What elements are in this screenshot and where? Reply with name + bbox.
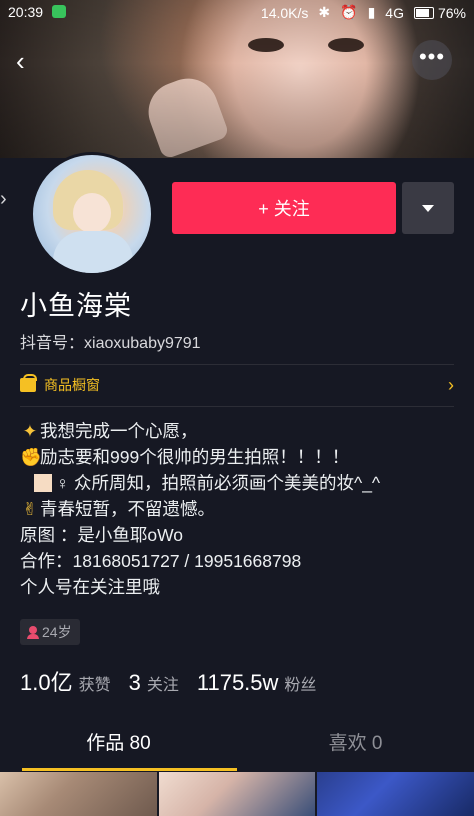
bio-line: 原图 ：是小鱼耶oWo [20,525,184,545]
age-text: 24岁 [42,624,72,640]
bio-line: 合作：18168051727 / 19951668798 [20,551,302,571]
battery-percent: 76% [437,4,466,21]
avatar[interactable] [30,152,154,276]
shop-label: 商品橱窗 [44,377,100,393]
divider-bottom [20,406,454,407]
divider-top [20,364,454,365]
bio-text: 励志要和999个很帅的男生拍照！！！！ [40,447,350,467]
network-speed: 14.0K/s [260,4,309,21]
stat-following[interactable]: 3 关注 [129,670,179,696]
following-label: 关注 [146,677,179,694]
stat-likes[interactable]: 1.0亿 获赞 [20,665,111,697]
victory-hand-icon: ✌ [22,499,38,519]
avatar-shirt [53,231,133,273]
chevron-right-icon: › [448,374,454,395]
bio-text: 青春短暂，不留遗憾。 [40,499,215,519]
profile-name: 小鱼海棠 [20,291,132,321]
side-expand-arrow-icon[interactable]: › [0,184,12,214]
followers-count: 1175.5w [196,670,279,695]
battery-icon [413,6,434,19]
stats-row: 1.0亿 获赞 3 关注 1175.5w 粉丝 [20,665,316,697]
bio-line: ♀ 众所周知，拍照前必须画个美美的妆^_^ [20,470,460,496]
battery-indicator: 76% [413,4,466,21]
more-button[interactable]: ••• [412,40,452,80]
recommend-dropdown-button[interactable] [402,182,454,234]
likes-count: 1.0亿 [20,670,73,695]
bio-line: ✌ 青春短暂，不留遗憾。 [20,496,460,522]
chevron-left-icon: ‹ [16,46,25,76]
bio-line: ✊励志要和999个很帅的男生拍照！！！！ [20,444,460,470]
douyin-id-label: 抖音号： [20,335,85,352]
video-grid [0,772,474,816]
bio-text: ♀ 众所周知，拍照前必须画个美美的妆^_^ [56,473,381,493]
following-count: 3 [128,670,141,695]
douyin-id: 抖音号：xiaoxubaby9791 [20,329,201,353]
network-type: 4G [385,4,404,21]
tab-works[interactable]: 作品 80 [0,722,237,768]
skin-swatch-icon [34,474,52,492]
video-thumbnail[interactable] [158,772,316,816]
follow-label: + 关注 [258,199,310,219]
tab-likes[interactable]: 喜欢 0 [237,722,474,768]
chevron-down-icon [422,204,434,212]
active-tab-indicator [22,768,237,771]
signal-icon: ▮ [367,4,376,20]
bluetooth-icon: ✱ [318,4,331,20]
sparkles-icon: ✦ [22,421,38,441]
alarm-icon: ⏰ [340,4,358,20]
bio-text: 我想完成一个心愿， [40,421,198,441]
follow-button[interactable]: + 关注 [172,182,396,234]
video-thumbnail[interactable] [0,772,157,816]
likes-label: 获赞 [78,677,111,694]
video-thumbnail[interactable] [317,772,474,816]
status-right: 14.0K/s ✱ ⏰ ▮ 4G 76% [261,4,466,21]
female-icon [27,626,39,639]
message-notification-icon [52,5,66,18]
avatar-face [73,193,111,233]
shop-icon [20,374,37,392]
followers-label: 粉丝 [284,677,317,694]
bio-line: 个人号在关注里哦 [20,577,160,597]
bio-line: ✦ 我想完成一个心愿， [20,418,460,444]
back-button[interactable]: ‹ [16,46,46,76]
more-dots-icon: ••• [418,44,446,69]
bio: ✦ 我想完成一个心愿， ✊励志要和999个很帅的男生拍照！！！！ ♀ 众所周知，拍… [20,418,460,600]
flexed-arm-icon: ✊ [20,447,42,467]
age-gender-tag: 24岁 [20,619,80,645]
status-bar: 20:39 14.0K/s ✱ ⏰ ▮ 4G 76% [0,0,474,24]
stat-followers[interactable]: 1175.5w 粉丝 [197,670,317,696]
shop-window-row[interactable]: 商品橱窗 › [20,370,454,400]
douyin-id-value: xiaoxubaby9791 [84,335,201,352]
content-tabs: 作品 80 喜欢 0 [0,722,474,771]
status-time: 20:39 [8,4,44,20]
